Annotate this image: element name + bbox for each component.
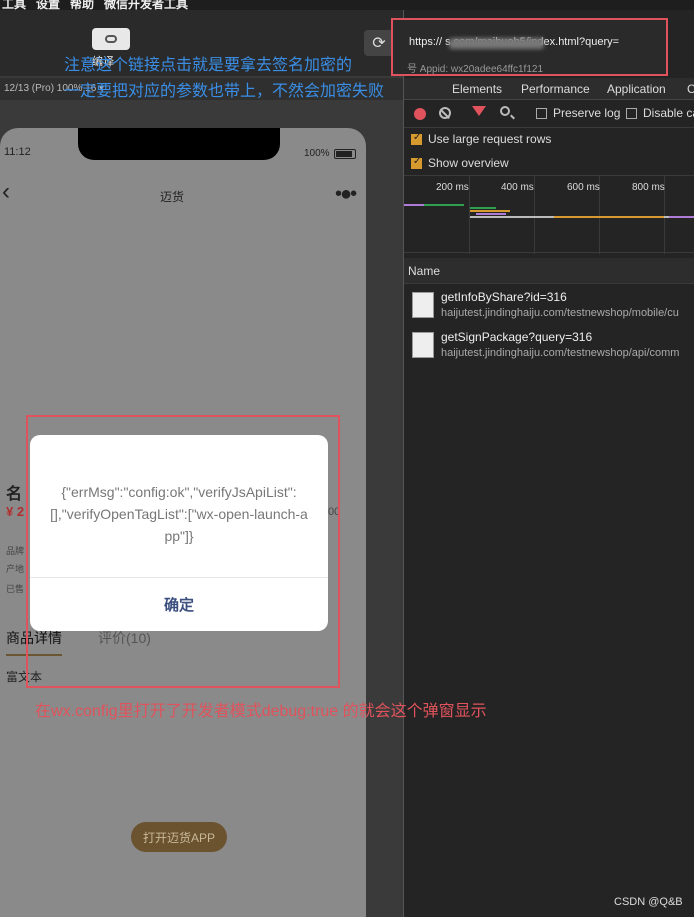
- overview-tick: 400 ms: [501, 182, 534, 193]
- filter-icon[interactable]: [472, 106, 486, 116]
- overview-gridline: [534, 176, 535, 254]
- page-title: 迈货: [160, 190, 185, 204]
- network-name-header[interactable]: Name: [404, 258, 694, 284]
- overview-gridline: [469, 176, 470, 254]
- url-bar[interactable]: https:// s.com/maihuoh5/index.html?query…: [391, 18, 668, 76]
- product-name: 名: [6, 486, 23, 503]
- overview-bar: [404, 204, 424, 206]
- network-request-row[interactable]: getInfoByShare?id=316 haijutest.jindingh…: [404, 286, 694, 326]
- compile-button[interactable]: [92, 28, 130, 50]
- url-redaction: [449, 38, 544, 49]
- search-icon[interactable]: [500, 106, 510, 116]
- tab-console[interactable]: C: [687, 82, 694, 96]
- name-column-label: Name: [408, 264, 441, 278]
- disable-cache-checkbox[interactable]: [626, 108, 637, 119]
- info-row: 品牌: [6, 546, 25, 556]
- disable-cache-label: Disable ca: [643, 106, 694, 120]
- document-icon: [412, 332, 434, 358]
- phone-notch: [78, 128, 280, 160]
- network-request-row[interactable]: getSignPackage?query=316 haijutest.jindi…: [404, 326, 694, 366]
- tab-elements[interactable]: Elements: [452, 82, 502, 96]
- annotation-top: 注意这个链接点击就是要拿去签名加密的 一定要把对应的参数也带上，不然会加密失败: [64, 53, 384, 105]
- show-overview-label: Show overview: [428, 156, 509, 170]
- large-rows-label: Use large request rows: [428, 132, 552, 146]
- overview-bar: [554, 216, 664, 218]
- more-dots-icon[interactable]: •●•: [335, 183, 357, 206]
- watermark: CSDN @Q&B: [614, 896, 683, 908]
- preserve-log-checkbox[interactable]: [536, 108, 547, 119]
- network-overview[interactable]: 200 ms 400 ms 600 ms 800 ms: [404, 175, 694, 254]
- document-icon: [412, 292, 434, 318]
- overview-tick: 800 ms: [632, 182, 665, 193]
- request-name: getSignPackage?query=316: [441, 330, 593, 344]
- large-rows-checkbox[interactable]: [411, 132, 422, 145]
- network-toolbar: Preserve log Disable ca: [404, 100, 694, 128]
- menu-help[interactable]: 帮助: [70, 0, 94, 10]
- overview-bar: [476, 213, 506, 215]
- overview-tick: 200 ms: [436, 182, 469, 193]
- info-row: 已售: [6, 584, 25, 594]
- chevron-left-icon[interactable]: ‹: [2, 178, 10, 206]
- preserve-log-label: Preserve log: [553, 106, 621, 120]
- appid-text: 号 Appid: wx20adee64ffc1f121: [407, 64, 544, 75]
- clear-icon[interactable]: [439, 107, 451, 119]
- annotation-top-line2: 一定要把对应的参数也带上，不然会加密失败: [64, 83, 385, 100]
- menubar: 工具 设置 帮助 微信开发者工具: [0, 0, 694, 10]
- status-time: 11:12: [4, 146, 31, 158]
- status-battery: 100%: [304, 148, 330, 159]
- record-icon[interactable]: [414, 108, 426, 120]
- highlight-box-modal: [26, 415, 340, 688]
- request-url: haijutest.jindinghaiju.com/testnewshop/m…: [441, 307, 679, 319]
- request-url: haijutest.jindinghaiju.com/testnewshop/a…: [441, 347, 680, 359]
- overview-bar: [470, 207, 496, 209]
- request-name: getInfoByShare?id=316: [441, 290, 567, 304]
- devtools-tabs: Elements Performance Application C: [404, 78, 694, 100]
- product-price: ¥ 2: [6, 504, 25, 519]
- overview-bar: [669, 216, 694, 218]
- tab-performance[interactable]: Performance: [521, 82, 590, 96]
- annotation-top-line1: 注意这个链接点击就是要拿去签名加密的: [64, 57, 353, 74]
- overview-bar: [470, 210, 510, 212]
- devtools-panel: [404, 10, 694, 917]
- tab-application[interactable]: Application: [607, 82, 666, 96]
- menu-tools[interactable]: 工具: [2, 0, 26, 10]
- battery-icon: [334, 149, 356, 159]
- menu-settings[interactable]: 设置: [36, 0, 60, 10]
- overview-tick: 600 ms: [567, 182, 600, 193]
- open-app-button[interactable]: 打开迈货APP: [131, 822, 227, 852]
- info-row: 产地: [6, 564, 25, 574]
- show-overview-checkbox[interactable]: [411, 156, 422, 169]
- compile-icon: [105, 35, 117, 43]
- menu-app-title: 微信开发者工具: [104, 0, 189, 10]
- annotation-bottom: 在wx.config里打开了开发者模式debug:true 的就会这个弹窗显示: [35, 703, 487, 720]
